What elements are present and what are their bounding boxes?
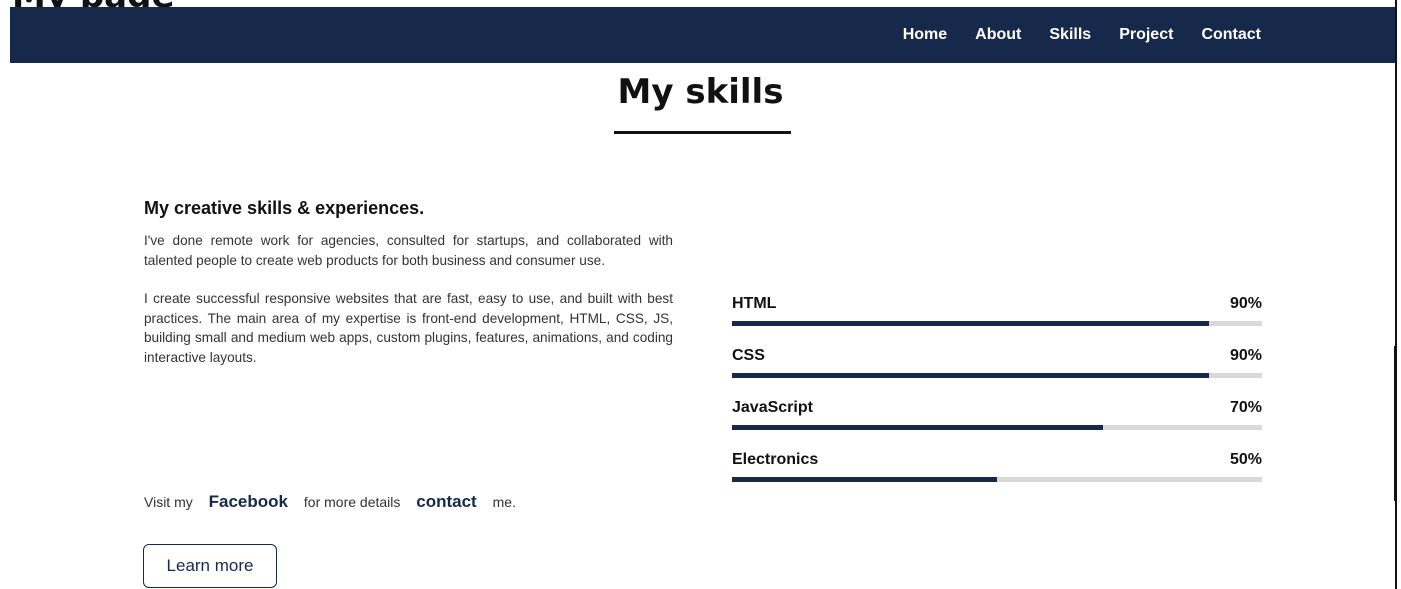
section-title: My skills bbox=[617, 72, 784, 112]
skill-name: HTML bbox=[732, 295, 777, 312]
skill-progress-track bbox=[732, 425, 1262, 430]
skill-percent: 90% bbox=[1229, 295, 1262, 312]
skill-progress-fill bbox=[732, 477, 997, 482]
contact-link[interactable]: contact bbox=[416, 492, 476, 511]
intro-paragraph-1: I've done remote work for agencies, cons… bbox=[144, 233, 673, 268]
skill-item: HTML 90% bbox=[732, 292, 1262, 344]
skill-progress-fill bbox=[732, 425, 1103, 430]
intro-column: My creative skills & experiences. I've d… bbox=[144, 198, 673, 368]
intro-heading: My creative skills & experiences. bbox=[144, 198, 425, 218]
nav-link-skills[interactable]: Skills bbox=[1049, 26, 1091, 44]
page: My page Home About Skills Project Contac… bbox=[0, 0, 1401, 589]
skill-name: CSS bbox=[732, 347, 765, 364]
skill-item: CSS 90% bbox=[732, 344, 1262, 396]
skills-list: HTML 90% CSS 90% JavaScript 70% Electron… bbox=[732, 292, 1262, 500]
skill-progress-fill bbox=[732, 321, 1209, 326]
skill-progress-fill bbox=[732, 373, 1209, 378]
skill-item: JavaScript 70% bbox=[732, 396, 1262, 448]
skill-name: JavaScript bbox=[732, 399, 813, 416]
scrollbar-thumb[interactable] bbox=[1394, 346, 1397, 501]
visit-line: Visit my Facebook for more details conta… bbox=[144, 492, 516, 512]
nav-link-project[interactable]: Project bbox=[1119, 26, 1173, 44]
nav-link-home[interactable]: Home bbox=[903, 26, 947, 44]
skill-progress-track bbox=[732, 477, 1262, 482]
skill-progress-track bbox=[732, 373, 1262, 378]
skill-progress-track bbox=[732, 321, 1262, 326]
skill-percent: 90% bbox=[1229, 347, 1262, 364]
skill-item: Electronics 50% bbox=[732, 448, 1262, 500]
learn-more-button[interactable]: Learn more bbox=[143, 544, 277, 588]
visit-prefix: Visit my bbox=[144, 494, 193, 510]
visit-suffix: me. bbox=[492, 494, 516, 510]
intro-paragraph-2: I create successful responsive websites … bbox=[144, 291, 673, 365]
nav-link-about[interactable]: About bbox=[975, 26, 1021, 44]
nav-link-contact[interactable]: Contact bbox=[1201, 26, 1261, 44]
facebook-link[interactable]: Facebook bbox=[209, 492, 288, 511]
skill-percent: 50% bbox=[1229, 451, 1262, 468]
nav-links: Home About Skills Project Contact bbox=[903, 7, 1261, 63]
skill-name: Electronics bbox=[732, 451, 819, 468]
visit-middle: for more details bbox=[303, 494, 401, 510]
skill-percent: 70% bbox=[1229, 399, 1262, 416]
navbar: Home About Skills Project Contact bbox=[10, 7, 1395, 63]
title-underline bbox=[614, 131, 791, 134]
